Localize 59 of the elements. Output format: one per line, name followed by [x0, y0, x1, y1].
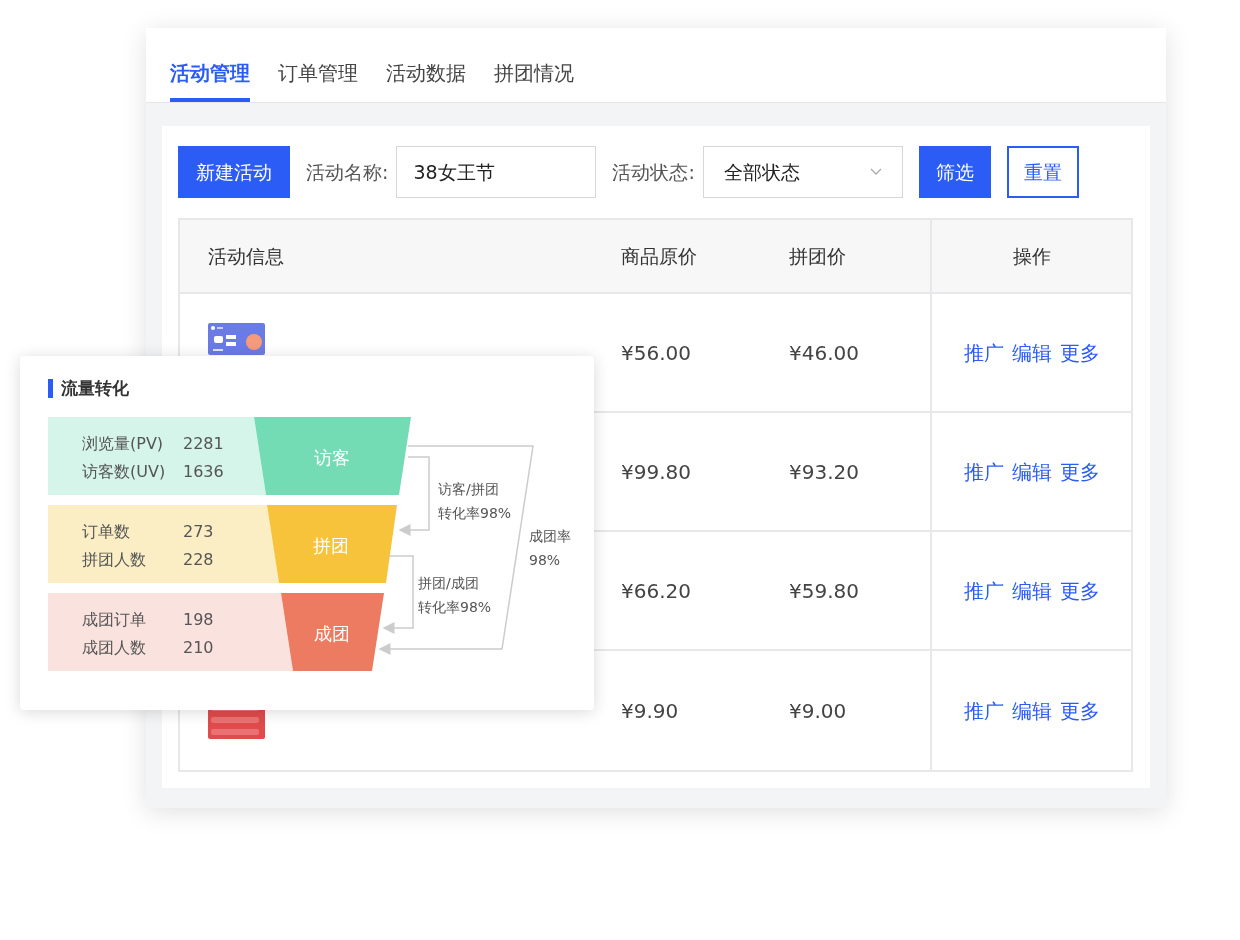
table-cell-text: ¥46.00 [788, 339, 860, 367]
stage-label: 拼团 [313, 534, 349, 558]
tab[interactable]: 活动数据 [386, 28, 466, 102]
funnel-title: 流量转化 [61, 377, 129, 400]
status-label: 活动状态: [612, 159, 695, 185]
rate-text: 成团率 [529, 527, 571, 546]
stat-label: 浏览量(PV) [82, 433, 164, 455]
action-link[interactable]: 编辑 [1011, 337, 1052, 368]
rate-text: 转化率98% [418, 598, 492, 617]
action-link[interactable]: 编辑 [1011, 575, 1052, 606]
stat-label: 拼团人数 [82, 549, 146, 571]
name-label: 活动名称: [306, 159, 389, 185]
action-link[interactable]: 编辑 [1011, 456, 1052, 487]
table-cell-text: ¥59.80 [788, 577, 860, 605]
stat-value: 2281 [183, 433, 224, 455]
column-header: 活动信息 [207, 243, 285, 269]
stage-label: 成团 [313, 622, 350, 646]
table-cell-text: ¥66.20 [620, 577, 692, 605]
action-link[interactable]: 编辑 [1011, 695, 1052, 726]
tab[interactable]: 活动管理 [170, 28, 250, 102]
tab[interactable]: 订单管理 [278, 28, 358, 102]
title-bar-mark [48, 379, 53, 399]
column-header: 商品原价 [620, 243, 698, 269]
status-dropdown[interactable]: 全部状态 [702, 146, 903, 198]
stat-label: 成团人数 [82, 637, 146, 659]
rate-text: 98% [529, 551, 562, 570]
action-link[interactable]: 更多 [1059, 456, 1100, 487]
stat-value: 1636 [183, 461, 224, 483]
action-link[interactable]: 更多 [1059, 337, 1100, 368]
stat-value: 273 [183, 521, 214, 543]
action-link[interactable]: 推广 [963, 695, 1004, 726]
table-cell-text: ¥56.00 [620, 339, 692, 367]
table-cell-text: ¥93.20 [788, 458, 860, 486]
action-link[interactable]: 更多 [1059, 575, 1100, 606]
action-link[interactable]: 推广 [963, 575, 1004, 606]
column-header: 操作 [1012, 243, 1051, 269]
stat-label: 访客数(UV) [82, 461, 166, 483]
name-input-field[interactable]: 38女王节 [396, 146, 597, 198]
rate-text: 访客/拼团 [438, 480, 500, 499]
rate-text: 拼团/成团 [418, 574, 480, 593]
reset-button[interactable]: 重置 [1006, 146, 1079, 198]
stat-value: 198 [183, 609, 214, 631]
table-cell-text: ¥9.90 [620, 697, 680, 725]
action-link[interactable]: 推广 [963, 456, 1004, 487]
stat-label: 订单数 [82, 521, 130, 543]
filter-button[interactable]: 筛选 [918, 146, 991, 198]
column-header: 拼团价 [788, 243, 847, 269]
rate-text: 转化率98% [438, 504, 512, 523]
table-cell-text: ¥9.00 [788, 697, 848, 725]
stat-label: 成团订单 [82, 609, 146, 631]
stage-label: 访客 [313, 446, 350, 470]
chevron-down-icon [869, 168, 882, 176]
new-activity-button[interactable]: 新建活动 [178, 146, 290, 198]
stat-value: 228 [183, 549, 214, 571]
action-link[interactable]: 推广 [963, 337, 1004, 368]
stat-value: 210 [183, 637, 214, 659]
table-cell-text: ¥99.80 [620, 458, 692, 486]
action-link[interactable]: 更多 [1059, 695, 1100, 726]
tab[interactable]: 拼团情况 [494, 28, 574, 102]
